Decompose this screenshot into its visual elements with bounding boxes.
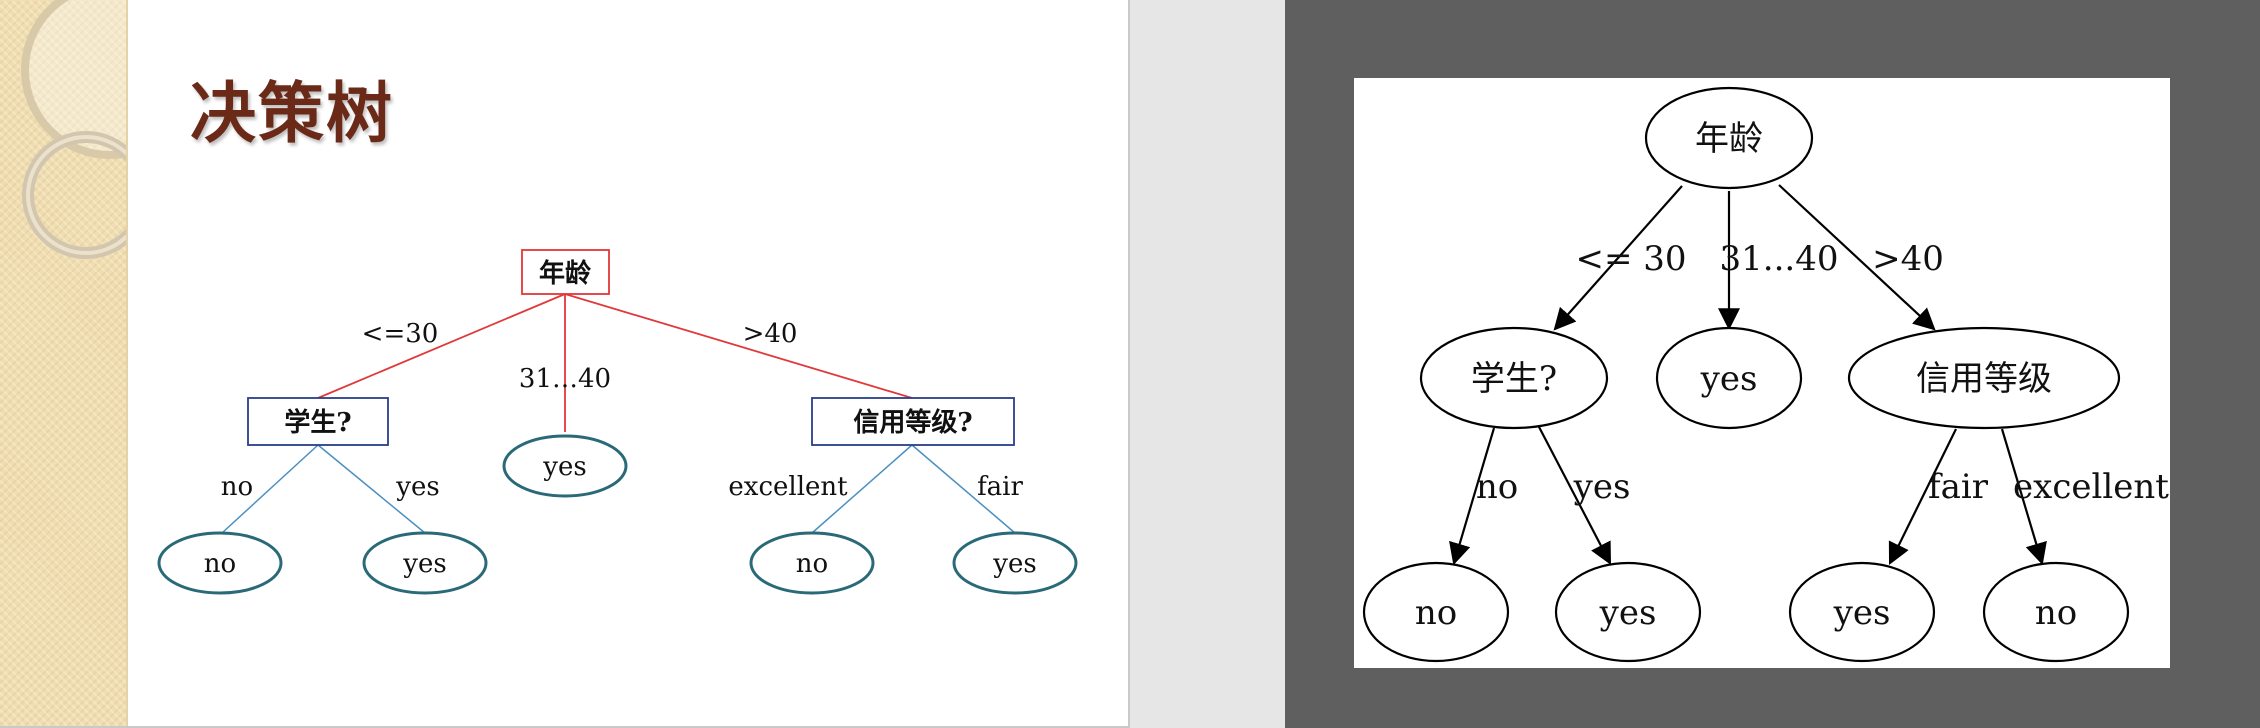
gv-edge-label-gt40: >40: [1872, 239, 1944, 279]
leaf-student-no-label: no: [204, 549, 236, 579]
gv-node-credit-label: 信用等级: [1916, 359, 2052, 399]
node-root: 年龄: [521, 249, 610, 295]
gv-leaf-student-no-label: no: [1415, 593, 1457, 633]
leaf-student-yes: yes: [362, 531, 488, 595]
gv-edge-label-student-yes: yes: [1573, 467, 1631, 507]
gv-leaf-credit-yes: yes: [1788, 561, 1936, 663]
slide-panel: 决策树 年龄 学生? 信用等级? <=30 31…40 >40 no yes e…: [0, 0, 1130, 728]
gv-edge-label-student-no: no: [1476, 467, 1518, 507]
edge-root-right: [564, 293, 913, 399]
edge-label-le30: <=30: [362, 319, 439, 349]
gv-leaf-student-yes: yes: [1554, 561, 1702, 663]
node-student: 学生?: [247, 397, 389, 446]
gv-leaf-credit-no: no: [1982, 561, 2130, 663]
slide: 决策树 年龄 学生? 信用等级? <=30 31…40 >40 no yes e…: [0, 0, 1130, 728]
leaf-middle-yes: yes: [502, 434, 628, 498]
gv-edge-label-le30: <= 30: [1575, 239, 1686, 279]
edge-label-gt40: >40: [743, 319, 798, 349]
node-student-label: 学生?: [284, 407, 351, 438]
gv-leaf-student-no: no: [1362, 561, 1510, 663]
graphviz-canvas: 年龄 学生? yes 信用等级 no yes yes no <= 30 31..…: [1354, 78, 2170, 668]
gv-leaf-credit-yes-label: yes: [1833, 593, 1891, 633]
leaf-middle-yes-label: yes: [542, 452, 586, 482]
gv-edge-label-credit-excellent: excellent: [2013, 467, 2169, 507]
leaf-credit-no: no: [749, 531, 875, 595]
slide-decision-tree: 年龄 学生? 信用等级? <=30 31…40 >40 no yes excel…: [157, 249, 1078, 595]
leaf-student-yes-label: yes: [402, 549, 446, 579]
gv-node-student: 学生?: [1419, 326, 1609, 430]
node-credit-label: 信用等级?: [853, 407, 972, 438]
gv-node-student-label: 学生?: [1471, 359, 1557, 399]
gv-edge-label-credit-fair: fair: [1928, 467, 1989, 507]
gv-node-root: 年龄: [1644, 86, 1814, 190]
gv-node-root-label: 年龄: [1695, 119, 1763, 159]
gv-leaf-credit-no-label: no: [2035, 593, 2077, 633]
gv-node-middle-yes-label: yes: [1700, 359, 1758, 399]
edge-label-31-40: 31…40: [519, 364, 611, 394]
edge-label-student-no: no: [221, 472, 253, 502]
leaf-credit-yes: yes: [952, 531, 1078, 595]
leaf-student-no: no: [157, 531, 283, 595]
leaf-credit-no-label: no: [796, 549, 828, 579]
gv-edge-label-31-40: 31...40: [1720, 239, 1839, 279]
edge-label-credit-excellent: excellent: [728, 472, 848, 502]
node-credit: 信用等级?: [811, 397, 1015, 446]
edge-label-credit-fair: fair: [977, 472, 1023, 502]
gv-node-credit: 信用等级: [1847, 326, 2121, 430]
graphviz-decision-tree: 年龄 学生? yes 信用等级 no yes yes no <= 30 31..…: [1362, 86, 2169, 663]
edge-label-student-yes: yes: [395, 472, 439, 502]
gv-leaf-student-yes-label: yes: [1599, 593, 1657, 633]
leaf-credit-yes-label: yes: [992, 549, 1036, 579]
gv-node-middle-yes: yes: [1655, 326, 1803, 430]
node-root-label: 年龄: [539, 258, 592, 289]
